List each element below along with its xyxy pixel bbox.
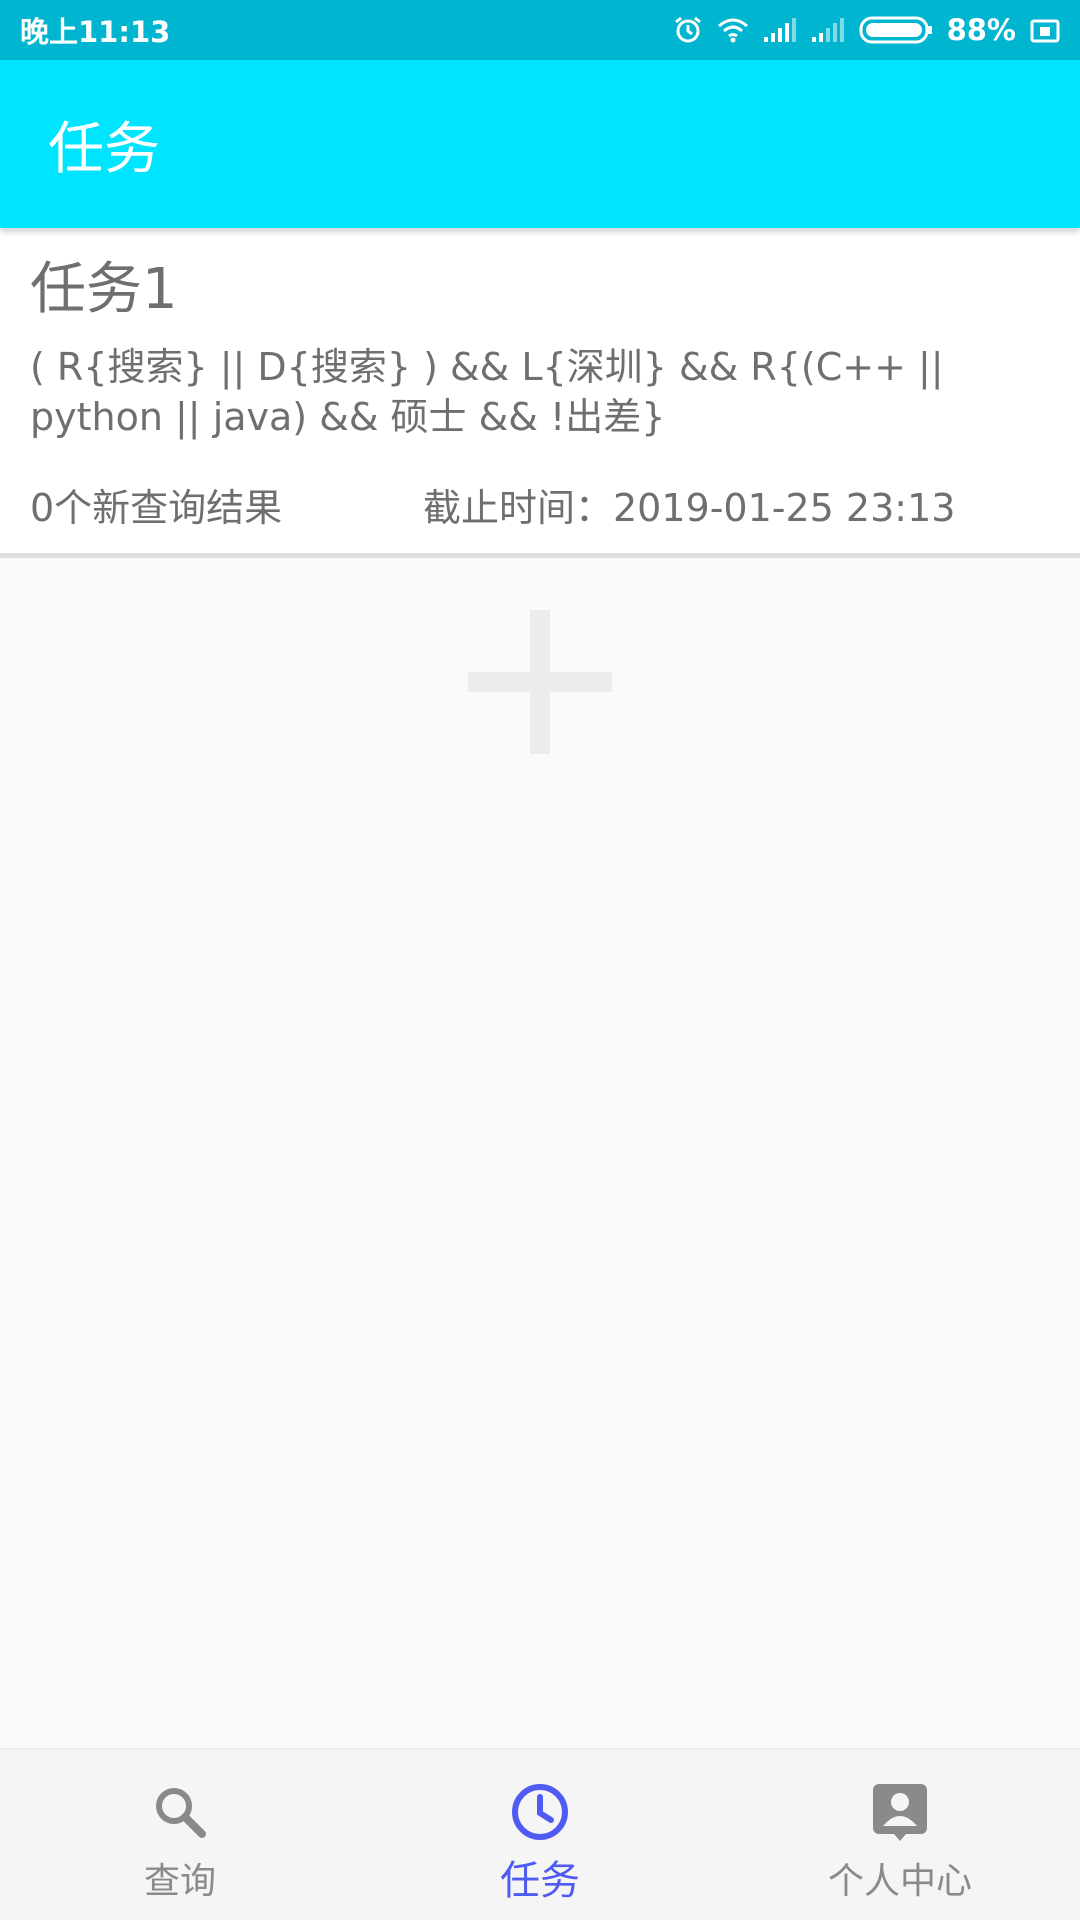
status-bar: 晚上11:13 88% bbox=[0, 0, 1080, 60]
status-time: 晚上11:13 bbox=[20, 15, 171, 49]
nav-label-profile: 个人中心 bbox=[827, 1861, 972, 1902]
task-deadline: 截止时间：2019-01-25 23:13 bbox=[423, 486, 956, 530]
wifi-icon bbox=[717, 17, 749, 43]
nav-item-tasks[interactable]: 任务 bbox=[360, 1750, 720, 1920]
signal-icon bbox=[763, 17, 797, 43]
page-title: 任务 bbox=[48, 116, 160, 182]
screen-icon bbox=[1030, 17, 1060, 43]
new-results-count: 0个新查询结果 bbox=[30, 486, 283, 530]
add-task-button[interactable] bbox=[468, 610, 612, 754]
task-name: 任务1 bbox=[30, 257, 178, 322]
alarm-icon bbox=[673, 15, 703, 45]
battery-percent: 88% bbox=[946, 13, 1016, 47]
bottom-nav: 查询 任务 个人中心 bbox=[0, 1748, 1080, 1920]
nav-label-tasks: 任务 bbox=[500, 1858, 580, 1904]
task-card[interactable]: 任务1 ( R{搜索} || D{搜索} ) && L{深圳} && R{(C+… bbox=[0, 228, 1080, 558]
clock-icon bbox=[508, 1780, 572, 1844]
screen: 晚上11:13 88% 任务 任务1 (R{搜索} || D{搜索}) &&… bbox=[0, 0, 1080, 1920]
signal-icon bbox=[811, 17, 845, 43]
battery-icon bbox=[859, 15, 933, 45]
nav-item-search[interactable]: 查询 bbox=[0, 1750, 360, 1920]
nav-item-profile[interactable]: 个人中心 bbox=[720, 1750, 1080, 1920]
task-query: ( R{搜索} || D{搜索} ) && L{深圳} && R{(C++ ||… bbox=[30, 345, 944, 439]
search-icon bbox=[148, 1780, 212, 1844]
status-icons: 88% bbox=[673, 13, 1060, 47]
person-icon bbox=[868, 1780, 932, 1844]
app-bar: 任务 bbox=[0, 60, 1080, 228]
nav-label-search: 查询 bbox=[143, 1861, 216, 1902]
